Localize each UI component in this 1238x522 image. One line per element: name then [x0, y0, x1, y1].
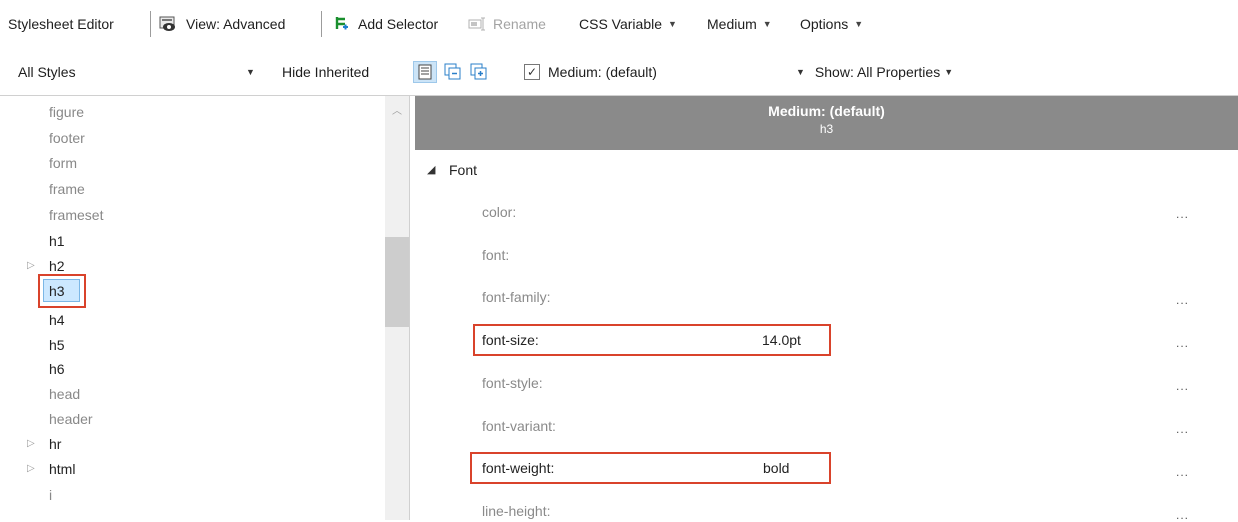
chevron-down-icon: ▼	[854, 19, 864, 29]
tree-item[interactable]: figure	[49, 103, 84, 121]
more-button[interactable]: ...	[1176, 293, 1189, 307]
more-button[interactable]: ...	[1176, 379, 1189, 393]
tree-item[interactable]: h2	[49, 257, 65, 275]
chevron-down-icon: ▼	[762, 19, 772, 29]
chevron-down-icon: ▼	[668, 19, 677, 29]
list-view-icon[interactable]	[413, 60, 437, 83]
rename-button[interactable]: Rename	[468, 0, 546, 48]
medium-checkbox[interactable]: ✓ Medium: (default)	[524, 48, 657, 95]
add-selector-icon	[335, 17, 348, 30]
show-properties-label: Show: All Properties	[814, 63, 941, 80]
hide-inherited-label: Hide Inherited	[282, 63, 370, 80]
more-button[interactable]: ...	[1176, 465, 1189, 479]
css-variable-menu[interactable]: CSS Variable ▼	[579, 0, 677, 48]
css-variable-label: CSS Variable	[579, 16, 663, 32]
property-label: font-style:	[482, 375, 543, 391]
view-icon	[159, 16, 175, 31]
medium-checkbox-label: Medium: (default)	[548, 63, 657, 80]
tree-item[interactable]: frame	[49, 180, 85, 198]
tree-item[interactable]: frameset	[49, 206, 103, 224]
toolbar-separator	[321, 11, 322, 37]
hide-inherited-button[interactable]: Hide Inherited	[282, 48, 369, 95]
more-button[interactable]: ...	[1176, 422, 1189, 436]
property-label: font-family:	[482, 289, 551, 305]
rename-label: Rename	[493, 16, 546, 32]
properties-header: Medium: (default) h3	[415, 96, 1238, 150]
header-selector: h3	[819, 122, 834, 136]
medium-label: Medium	[707, 16, 757, 32]
expand-arrow-icon[interactable]: ▷	[27, 438, 35, 449]
property-label: line-height:	[482, 503, 551, 519]
show-properties-dropdown[interactable]: ▼ Show: All Properties ▼	[796, 48, 953, 95]
property-label: font-variant:	[482, 418, 556, 434]
expand-arrow-icon[interactable]: ▷	[27, 260, 35, 271]
tree-item[interactable]: h4	[49, 311, 65, 329]
expand-arrow-icon[interactable]: ▷	[27, 463, 35, 474]
toolbar-separator	[150, 11, 151, 37]
rename-icon	[468, 17, 485, 31]
checkbox-check-icon: ✓	[524, 63, 540, 80]
filter-toolbar: All Styles ▼ Hide Inherited ✓ Medium: (d…	[0, 48, 1238, 96]
property-label: font-weight:	[482, 460, 555, 476]
font-size-value[interactable]: 14.0pt	[762, 332, 801, 348]
tree-item[interactable]: html	[49, 460, 75, 478]
collapse-all-icon[interactable]	[443, 62, 463, 82]
tree-item[interactable]: header	[49, 410, 93, 428]
scroll-up-icon[interactable]: ︿	[392, 102, 402, 117]
add-selector-label: Add Selector	[358, 16, 439, 32]
scrollbar-thumb[interactable]	[385, 237, 409, 327]
tree-item[interactable]: h3	[49, 282, 65, 300]
chevron-down-icon: ▼	[246, 66, 255, 77]
expand-all-icon[interactable]	[469, 62, 489, 82]
main-toolbar: Stylesheet Editor View: Advanced Add Sel…	[0, 0, 1238, 49]
tree-item[interactable]: h5	[49, 336, 65, 354]
tree-item[interactable]: h1	[49, 232, 65, 250]
chevron-down-icon: ▼	[944, 66, 954, 77]
tree-item[interactable]: hr	[49, 435, 61, 453]
styles-dropdown-value: All Styles	[18, 63, 76, 80]
tree-scrollbar[interactable]: ︿	[385, 96, 409, 520]
property-label: font-size:	[482, 332, 539, 348]
add-selector-button[interactable]: Add Selector	[333, 0, 438, 48]
options-label: Options	[800, 16, 849, 32]
app-title: Stylesheet Editor	[8, 16, 114, 32]
view-label: View: Advanced	[186, 16, 286, 32]
chevron-down-icon: ▼	[796, 66, 805, 77]
more-button[interactable]: ...	[1176, 336, 1189, 350]
property-label: font:	[482, 247, 510, 263]
view-mode-buttons	[413, 48, 489, 95]
tree-item[interactable]: form	[49, 154, 77, 172]
group-font-label: Font	[449, 162, 478, 178]
options-menu[interactable]: Options ▼	[800, 0, 863, 48]
medium-menu[interactable]: Medium ▼	[707, 0, 772, 48]
collapse-triangle-icon[interactable]: ◢	[427, 163, 435, 176]
tree-item[interactable]: i	[49, 486, 52, 504]
view-advanced-button[interactable]: View: Advanced	[158, 0, 285, 48]
tree-item[interactable]: head	[49, 385, 80, 403]
selector-tree[interactable]: figure footer form frame frameset h1 ▷ h…	[0, 96, 410, 520]
tree-item[interactable]: h6	[49, 360, 65, 378]
more-button[interactable]: ...	[1176, 207, 1189, 221]
font-weight-value[interactable]: bold	[763, 460, 789, 476]
tree-item[interactable]: footer	[49, 129, 85, 147]
property-label: color:	[482, 204, 517, 220]
header-title: Medium: (default)	[768, 103, 885, 119]
styles-dropdown[interactable]: All Styles ▼	[18, 48, 266, 95]
